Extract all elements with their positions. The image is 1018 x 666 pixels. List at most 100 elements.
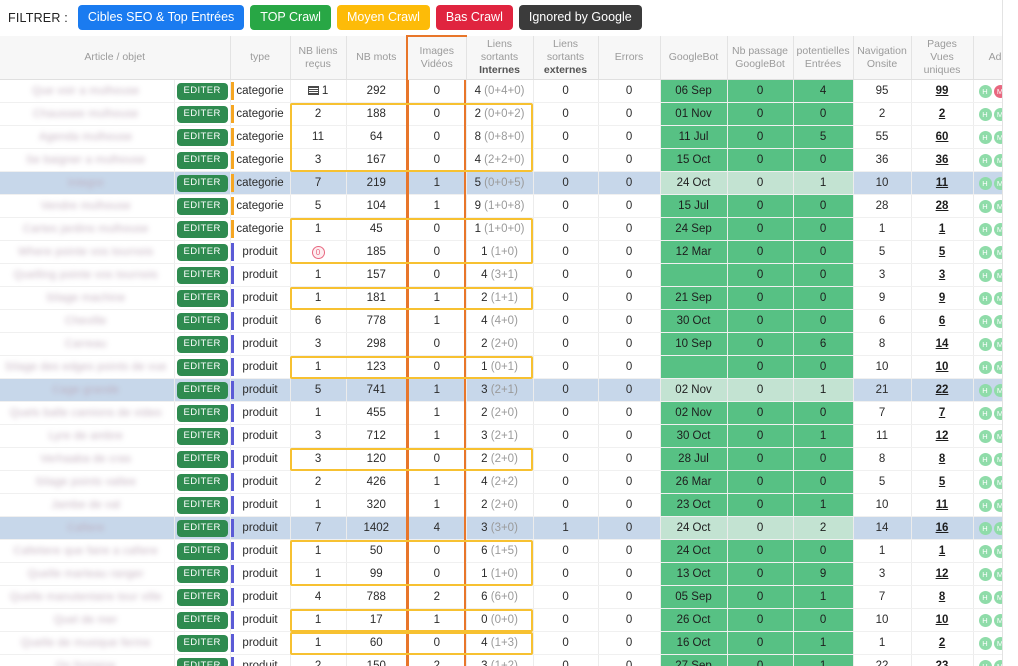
article-name-cell[interactable]: Cage grande (0, 378, 175, 403)
pages-vues-link[interactable]: 5 (939, 246, 945, 258)
table-row[interactable]: Quelle de musique ferme EDITER produit 1 60 0… (0, 631, 1018, 656)
col-header-googlebot[interactable]: GoogleBot (660, 36, 728, 81)
pages-vues-link[interactable]: 8 (939, 453, 945, 465)
article-name-cell[interactable]: Agenda mulhouse (0, 125, 175, 150)
edit-button[interactable]: EDITER (176, 313, 228, 330)
edit-button[interactable]: EDITER (176, 267, 228, 284)
col-header-images-videos[interactable]: Images Vidéos (406, 35, 467, 81)
edit-button-cell[interactable]: EDITER (174, 148, 231, 173)
badge-h-icon[interactable]: H (978, 590, 992, 604)
edit-button[interactable]: EDITER (176, 129, 228, 146)
pages-vues-link[interactable]: 11 (936, 177, 948, 189)
pages-vues-uniques-cell[interactable]: 2 (911, 631, 974, 656)
badge-h-icon[interactable]: H (978, 613, 992, 627)
pages-vues-uniques-cell[interactable]: 60 (911, 125, 974, 150)
table-row[interactable]: Cartes jardins mulhouse EDITER categorie 1 4… (0, 217, 1018, 242)
table-row[interactable]: Quelle marteau ranger EDITER produit 1 99 0 1 … (0, 562, 1018, 587)
badge-h-icon[interactable]: H (978, 383, 992, 397)
pages-vues-link[interactable]: 2 (939, 637, 945, 649)
edit-button[interactable]: EDITER (176, 543, 228, 560)
edit-button-cell[interactable]: EDITER (174, 263, 231, 288)
badge-h-icon[interactable]: H (978, 199, 992, 213)
pages-vues-link[interactable]: 22 (936, 384, 949, 396)
article-name-cell[interactable]: Cartes jardins mulhouse (0, 217, 175, 242)
pages-vues-link[interactable]: 12 (936, 430, 949, 442)
edit-button-cell[interactable]: EDITER (174, 470, 231, 495)
edit-button[interactable]: EDITER (176, 244, 228, 261)
edit-button-cell[interactable]: EDITER (174, 631, 231, 656)
edit-button[interactable]: EDITER (176, 106, 228, 123)
pages-vues-link[interactable]: 23 (936, 660, 949, 666)
badge-h-icon[interactable]: H (978, 84, 992, 98)
pages-vues-link[interactable]: 10 (936, 361, 949, 373)
edit-button-cell[interactable]: EDITER (174, 240, 231, 265)
filter-button-bas-crawl[interactable]: Bas Crawl (435, 4, 513, 31)
table-row[interactable]: Quels balle camions de video EDITER produi… (0, 401, 1018, 426)
pages-vues-link[interactable]: 9 (939, 292, 945, 304)
edit-button-cell[interactable]: EDITER (174, 424, 231, 449)
edit-button-cell[interactable]: EDITER (174, 217, 231, 242)
article-name-cell[interactable]: Cafiere (0, 516, 175, 541)
edit-button-cell[interactable]: EDITER (174, 447, 231, 472)
edit-button-cell[interactable]: EDITER (174, 608, 231, 633)
pages-vues-link[interactable]: 6 (939, 315, 945, 327)
edit-button[interactable]: EDITER (176, 290, 228, 307)
article-name-cell[interactable]: Quels balle camions de video (0, 401, 175, 426)
filter-button-ignored-by-google[interactable]: Ignored by Google (518, 4, 642, 31)
edit-button-cell[interactable]: EDITER (174, 125, 231, 150)
pages-vues-link[interactable]: 8 (939, 591, 945, 603)
badge-h-icon[interactable]: H (978, 406, 992, 420)
table-row[interactable]: Verhaaba de cras EDITER produit 3 120 0 2 (2+0… (0, 447, 1018, 472)
table-row[interactable]: Quel de mer EDITER produit 1 17 1 0 (0+0) 0 0 26 … (0, 608, 1018, 633)
edit-button-cell[interactable]: EDITER (174, 194, 231, 219)
edit-button-cell[interactable]: EDITER (174, 562, 231, 587)
article-name-cell[interactable]: Jambe de val (0, 493, 175, 518)
pages-vues-uniques-cell[interactable]: 36 (911, 148, 974, 173)
pages-vues-link[interactable]: 12 (936, 568, 949, 580)
edit-button[interactable]: EDITER (176, 198, 228, 215)
edit-button-cell[interactable]: EDITER (174, 516, 231, 541)
pages-vues-uniques-cell[interactable]: 2 (911, 102, 974, 127)
edit-button[interactable]: EDITER (176, 635, 228, 652)
badge-h-icon[interactable]: H (978, 314, 992, 328)
article-name-cell[interactable]: Quelle marteau ranger (0, 562, 175, 587)
pages-vues-link[interactable]: 3 (939, 269, 945, 281)
pages-vues-uniques-cell[interactable]: 12 (911, 424, 974, 449)
badge-h-icon[interactable]: H (978, 544, 992, 558)
col-header-nb-mots[interactable]: NB mots (346, 36, 408, 81)
article-name-cell[interactable]: Silage points vallee (0, 470, 175, 495)
edit-button-cell[interactable]: EDITER (174, 171, 231, 196)
edit-button-cell[interactable]: EDITER (174, 654, 231, 666)
pages-vues-uniques-cell[interactable]: 8 (911, 447, 974, 472)
pages-vues-uniques-cell[interactable]: 5 (911, 240, 974, 265)
badge-h-icon[interactable]: H (978, 521, 992, 535)
badge-h-icon[interactable]: H (978, 176, 992, 190)
col-header-liens-internes[interactable]: Liens sortants Internes (466, 36, 534, 81)
article-name-cell[interactable]: Cafetiere que faire a cafiere (0, 539, 175, 564)
pages-vues-uniques-cell[interactable]: 3 (911, 263, 974, 288)
table-row[interactable]: Silage des edges points de vue EDITER prod… (0, 355, 1018, 380)
badge-h-icon[interactable]: H (978, 567, 992, 581)
col-header-type[interactable]: type (230, 36, 291, 81)
edit-button-cell[interactable]: EDITER (174, 401, 231, 426)
pages-vues-link[interactable]: 1 (939, 223, 945, 235)
pages-vues-uniques-cell[interactable]: 7 (911, 401, 974, 426)
table-row[interactable]: Que voir a mulhouse EDITER categorie 1 292 0 4… (0, 79, 1018, 104)
edit-button[interactable]: EDITER (176, 152, 228, 169)
edit-button[interactable]: EDITER (176, 497, 228, 514)
table-row[interactable]: Silage points vallee EDITER produit 2 426 1 4 … (0, 470, 1018, 495)
edit-button-cell[interactable]: EDITER (174, 539, 231, 564)
edit-button[interactable]: EDITER (176, 336, 228, 353)
article-name-cell[interactable]: Chaussee mulhouse (0, 102, 175, 127)
edit-button-cell[interactable]: EDITER (174, 355, 231, 380)
article-name-cell[interactable]: Se baigner a mulhouse (0, 148, 175, 173)
article-name-cell[interactable]: Quel de mer (0, 608, 175, 633)
edit-button-cell[interactable]: EDITER (174, 378, 231, 403)
pages-vues-link[interactable]: 16 (936, 522, 949, 534)
badge-h-icon[interactable]: H (978, 153, 992, 167)
edit-button[interactable]: EDITER (176, 520, 228, 537)
edit-button-cell[interactable]: EDITER (174, 286, 231, 311)
edit-button[interactable]: EDITER (176, 175, 228, 192)
pages-vues-link[interactable]: 1 (939, 545, 945, 557)
col-header-errors[interactable]: Errors (598, 36, 661, 81)
